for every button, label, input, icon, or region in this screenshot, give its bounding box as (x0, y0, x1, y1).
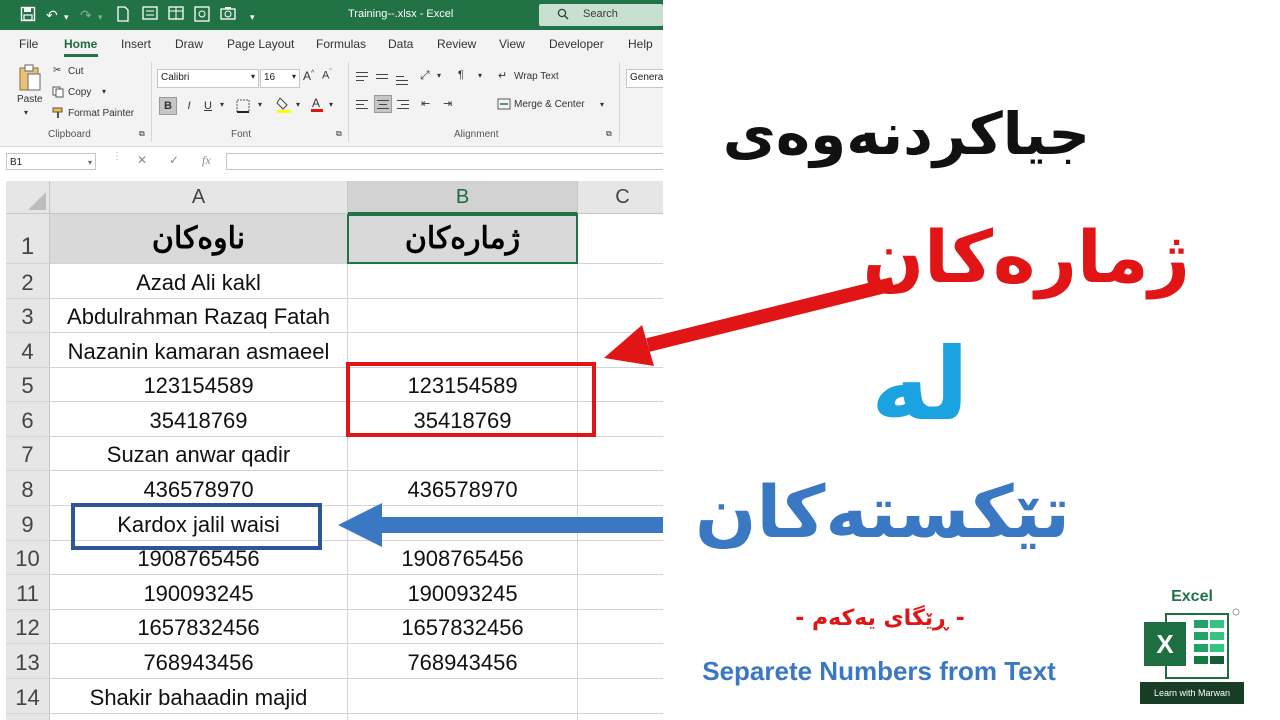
logo-top-text: Excel (1171, 588, 1213, 605)
overlay-subtitle: - ڕێگای یەکەم - (795, 606, 965, 631)
overlay-from-text: لە (870, 326, 970, 443)
overlay-title: جیاکردنەوەی (722, 100, 1090, 168)
excel-logo: Excel X Learn with Marwan (1140, 588, 1244, 704)
overlay-english-title: Separete Numbers from Text (702, 656, 1056, 686)
blue-arrow-icon (338, 503, 663, 547)
overlay-numbers-text: ژمارەکان (862, 215, 1190, 299)
logo-x-badge: X (1144, 622, 1186, 666)
logo-bottom-text: Learn with Marwan (1140, 682, 1244, 704)
overlay-texts-text: تێکستەکان (695, 470, 1070, 554)
